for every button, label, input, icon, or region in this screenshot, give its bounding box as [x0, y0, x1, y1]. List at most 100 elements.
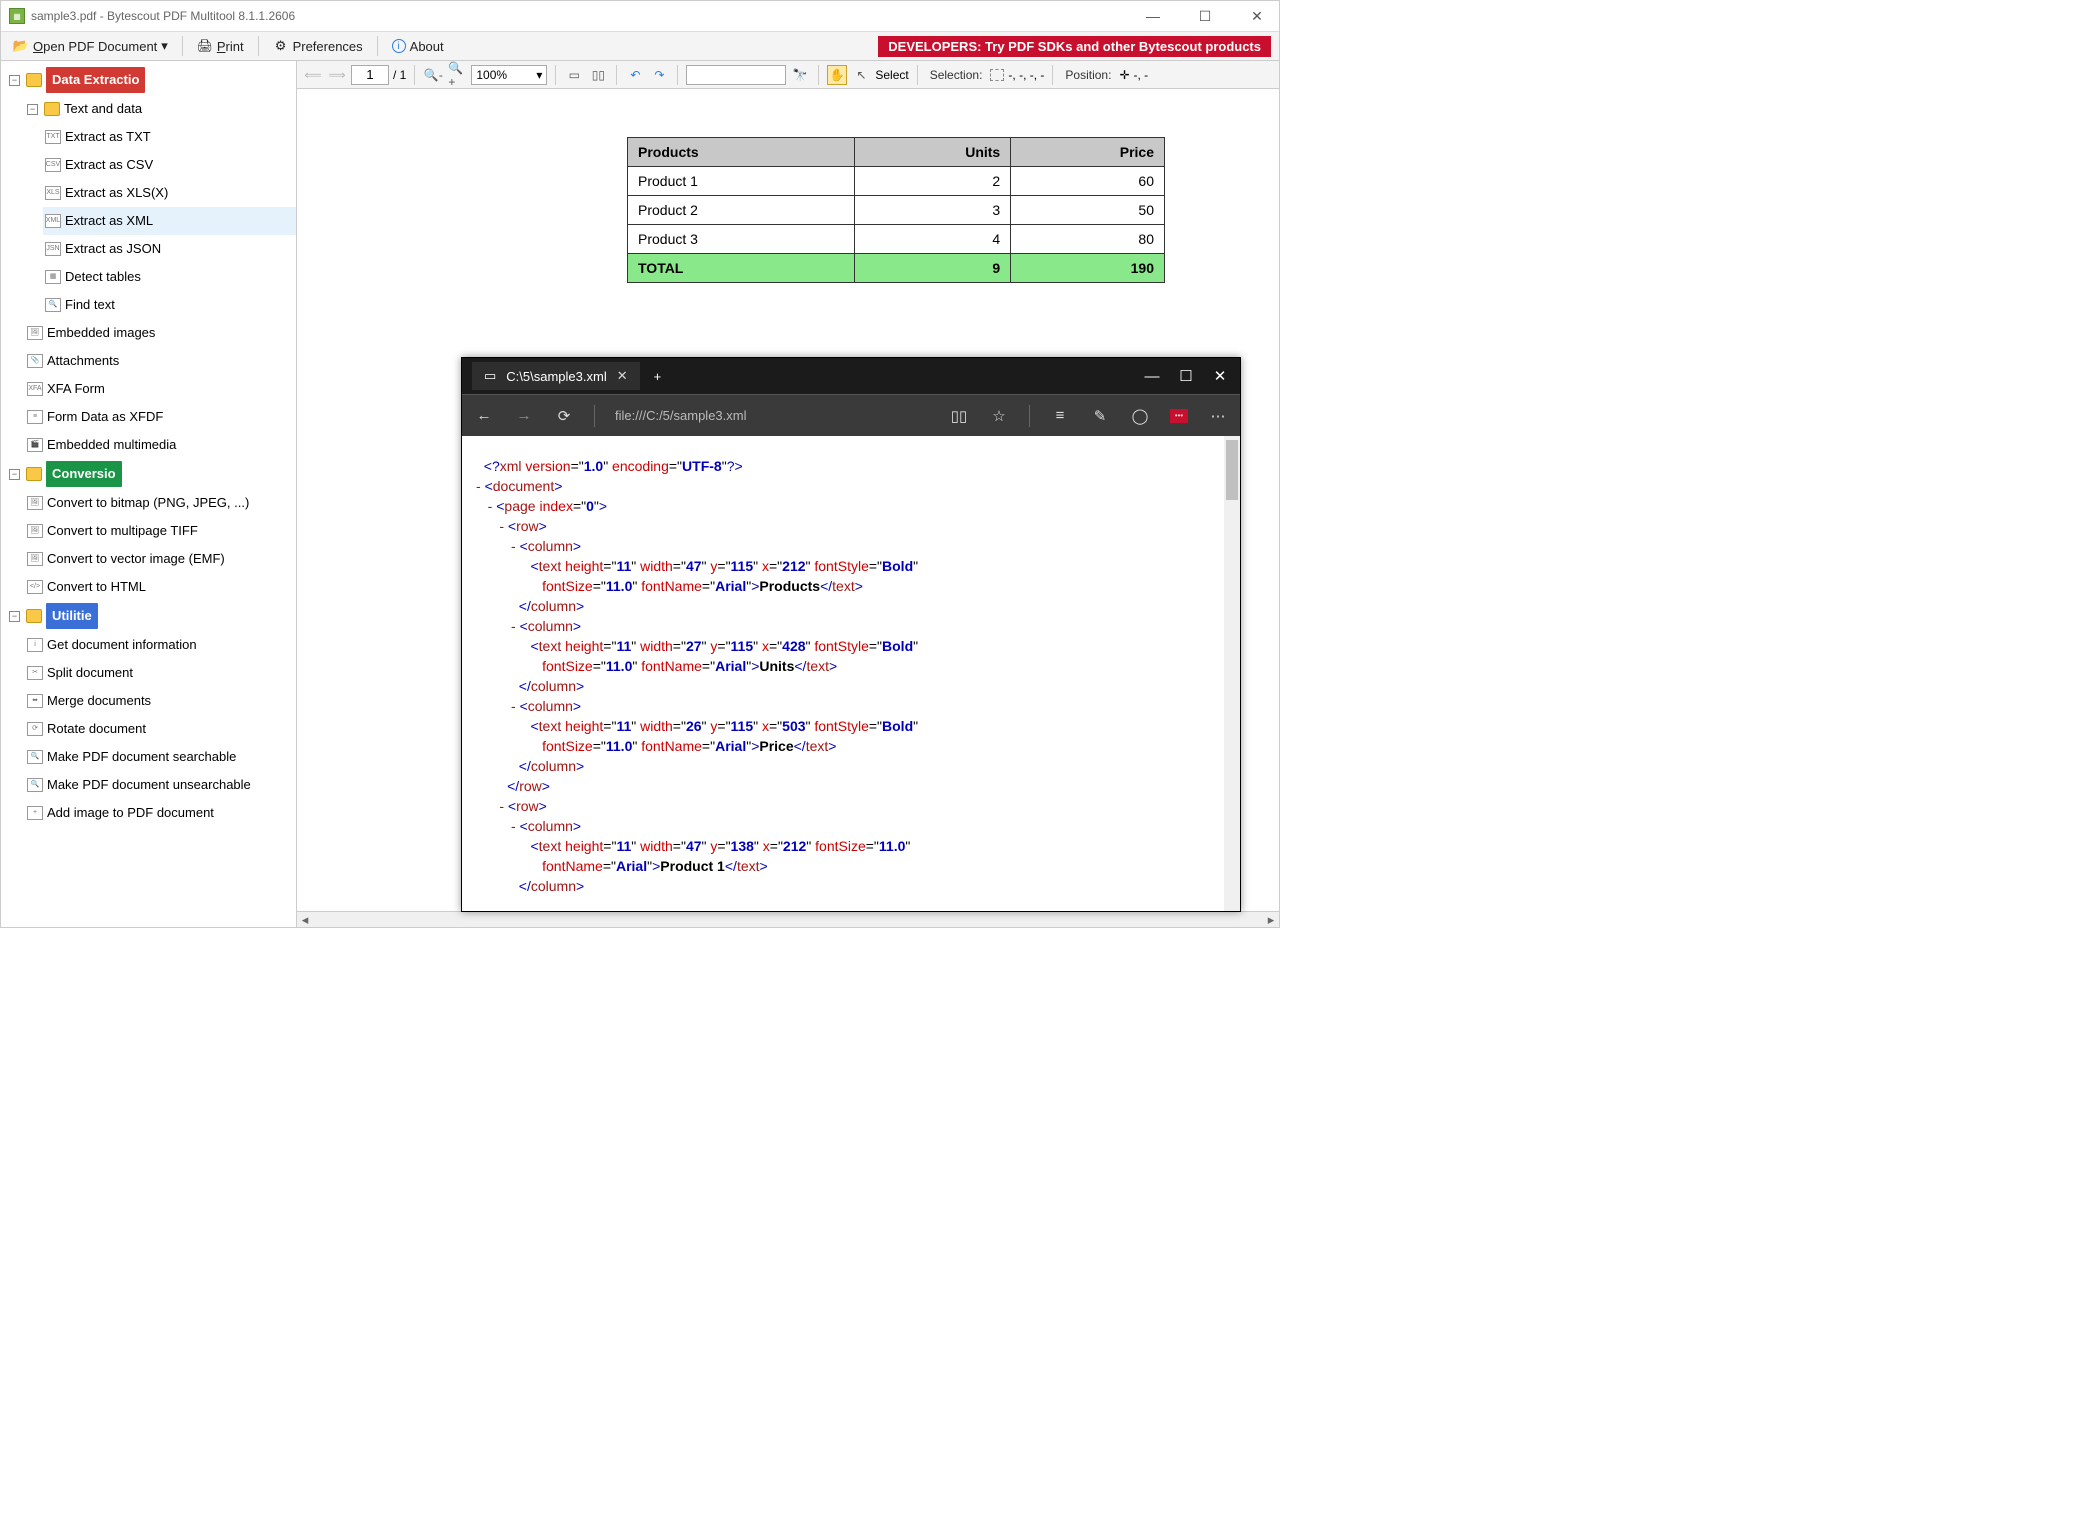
table-icon: ▦: [45, 270, 61, 284]
layout1-icon[interactable]: ▭: [564, 65, 584, 85]
promo-banner[interactable]: DEVELOPERS: Try PDF SDKs and other Bytes…: [878, 36, 1271, 57]
tree-extract-xml[interactable]: XMLExtract as XML: [43, 207, 296, 235]
tree-get-info[interactable]: iGet document information: [25, 631, 296, 659]
collapse-icon[interactable]: −: [9, 75, 20, 86]
table-row: Product 3480: [628, 225, 1165, 254]
browser-window: ▭ C:\5\sample3.xml ✕ + — ☐ ✕ ← → ⟳ file:…: [461, 357, 1241, 912]
maximize-button[interactable]: ☐: [1191, 8, 1219, 25]
notes-icon[interactable]: ✎: [1090, 406, 1110, 426]
table-row: Product 2350: [628, 196, 1165, 225]
rotate-right-icon[interactable]: ↷: [649, 65, 669, 85]
rotate-icon: ⟳: [27, 722, 43, 736]
zoom-in-icon[interactable]: 🔍+: [447, 65, 467, 85]
open-pdf-menu[interactable]: 📂 Open PDF Document ▾: [9, 36, 172, 56]
folder-icon: [26, 73, 42, 87]
tree-extract-json[interactable]: JSNExtract as JSON: [43, 235, 296, 263]
tree-add-image[interactable]: +Add image to PDF document: [25, 799, 296, 827]
tree-utilities[interactable]: − Utilitie: [7, 601, 296, 631]
zoom-select[interactable]: 100%▾: [471, 65, 547, 85]
scroll-right-icon[interactable]: ▸: [1263, 912, 1279, 928]
tree-searchable[interactable]: 🔍Make PDF document searchable: [25, 743, 296, 771]
info-icon: i: [27, 638, 43, 652]
extension-icon[interactable]: •••: [1170, 409, 1188, 423]
tree-conversion[interactable]: − Conversio: [7, 459, 296, 489]
collapse-icon[interactable]: −: [9, 469, 20, 480]
collapse-icon[interactable]: −: [9, 611, 20, 622]
maximize-icon[interactable]: ☐: [1176, 366, 1196, 386]
rotate-left-icon[interactable]: ↶: [625, 65, 645, 85]
col-units: Units: [855, 138, 1011, 167]
position-label: Position:: [1061, 68, 1115, 82]
json-icon: JSN: [45, 242, 61, 256]
tree-split[interactable]: ✂Split document: [25, 659, 296, 687]
reload-icon[interactable]: ⟳: [554, 406, 574, 426]
tree-convert-vector[interactable]: 🖼Convert to vector image (EMF): [25, 545, 296, 573]
tree-embedded-images[interactable]: 🖼Embedded images: [25, 319, 296, 347]
file-icon: ▭: [484, 368, 496, 384]
layout2-icon[interactable]: ▯▯: [588, 65, 608, 85]
tree: − Data Extractio − Text and data: [1, 65, 296, 827]
back-icon[interactable]: ←: [474, 406, 494, 426]
page-input[interactable]: [351, 65, 389, 85]
close-icon[interactable]: ✕: [1210, 366, 1230, 386]
forward-icon[interactable]: →: [514, 406, 534, 426]
zoom-out-icon[interactable]: 🔍-: [423, 65, 443, 85]
minimize-button[interactable]: —: [1139, 8, 1167, 25]
browser-tab[interactable]: ▭ C:\5\sample3.xml ✕: [472, 362, 640, 390]
about-menu[interactable]: i About: [388, 37, 448, 56]
tree-embedded-multimedia[interactable]: 🎬Embedded multimedia: [25, 431, 296, 459]
scrollbar[interactable]: [1224, 436, 1240, 911]
csv-icon: CSV: [45, 158, 61, 172]
print-menu[interactable]: 🖨 Print: [193, 36, 248, 56]
xml-content[interactable]: <?xml version="1.0" encoding="UTF-8"?> -…: [462, 436, 1240, 911]
xml-icon: XML: [45, 214, 61, 228]
image-icon: 🖼: [27, 496, 43, 510]
tree-unsearchable[interactable]: 🔍Make PDF document unsearchable: [25, 771, 296, 799]
tree-extract-xlsx[interactable]: XLSExtract as XLS(X): [43, 179, 296, 207]
tree-data-extraction[interactable]: − Data Extractio: [7, 65, 296, 95]
search-input[interactable]: [686, 65, 786, 85]
hub-icon[interactable]: ≡: [1050, 406, 1070, 426]
tree-text-and-data[interactable]: − Text and data: [25, 95, 296, 123]
tree-find-text[interactable]: 🔍Find text: [43, 291, 296, 319]
info-icon: i: [392, 39, 406, 53]
reading-icon[interactable]: ▯▯: [949, 406, 969, 426]
nav-back-icon[interactable]: ⟸: [303, 65, 323, 85]
app-icon: ▦: [9, 8, 25, 24]
close-tab-icon[interactable]: ✕: [617, 368, 628, 384]
scroll-left-icon[interactable]: ◂: [297, 912, 313, 928]
nav-forward-icon[interactable]: ⟹: [327, 65, 347, 85]
collapse-icon[interactable]: −: [27, 104, 38, 115]
preferences-menu[interactable]: ⚙ Preferences: [269, 36, 367, 56]
close-button[interactable]: ✕: [1243, 8, 1271, 25]
html-icon: </>: [27, 580, 43, 594]
title-bar: ▦ sample3.pdf - Bytescout PDF Multitool …: [1, 1, 1279, 31]
table-total-row: TOTAL9190: [628, 254, 1165, 283]
tree-merge[interactable]: ⬌Merge documents: [25, 687, 296, 715]
tree-xfa-form[interactable]: XFAXFA Form: [25, 375, 296, 403]
tree-convert-bitmap[interactable]: 🖼Convert to bitmap (PNG, JPEG, ...): [25, 489, 296, 517]
tree-convert-html[interactable]: </>Convert to HTML: [25, 573, 296, 601]
browser-addr-bar: ← → ⟳ file:///C:/5/sample3.xml ▯▯ ☆ ≡ ✎ …: [462, 394, 1240, 436]
form-icon: ≡: [27, 410, 43, 424]
tree-extract-csv[interactable]: CSVExtract as CSV: [43, 151, 296, 179]
tree-form-xfdf[interactable]: ≡Form Data as XFDF: [25, 403, 296, 431]
new-tab-icon[interactable]: +: [654, 369, 662, 384]
hand-tool-icon[interactable]: ✋: [827, 65, 847, 85]
address-text[interactable]: file:///C:/5/sample3.xml: [615, 408, 929, 423]
binoculars-icon[interactable]: 🔭: [790, 65, 810, 85]
tree-rotate[interactable]: ⟳Rotate document: [25, 715, 296, 743]
favorite-icon[interactable]: ☆: [989, 406, 1009, 426]
select-label: Select: [875, 68, 908, 82]
browser-tab-bar: ▭ C:\5\sample3.xml ✕ + — ☐ ✕: [462, 358, 1240, 394]
tree-convert-tiff[interactable]: 🖼Convert to multipage TIFF: [25, 517, 296, 545]
tree-extract-txt[interactable]: TXTExtract as TXT: [43, 123, 296, 151]
horizontal-scrollbar[interactable]: ◂ ▸: [297, 911, 1279, 927]
more-icon[interactable]: ⋯: [1208, 406, 1228, 426]
share-icon[interactable]: ◯: [1130, 406, 1150, 426]
tree-attachments[interactable]: 📎Attachments: [25, 347, 296, 375]
chevron-down-icon: ▾: [161, 38, 168, 54]
pointer-icon[interactable]: ↖: [851, 65, 871, 85]
minimize-icon[interactable]: —: [1142, 366, 1162, 386]
tree-detect-tables[interactable]: ▦Detect tables: [43, 263, 296, 291]
